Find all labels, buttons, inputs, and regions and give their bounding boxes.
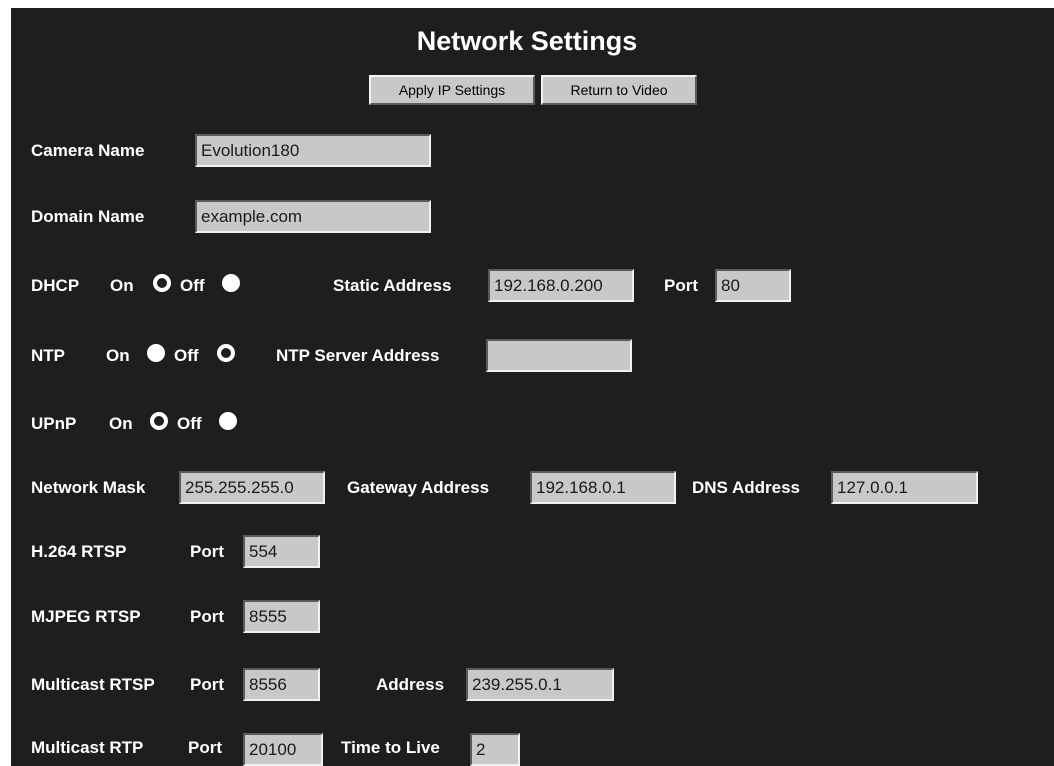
multicast-address-field[interactable] (466, 668, 614, 701)
network-mask-label: Network Mask (31, 478, 146, 497)
ntp-on-radio[interactable] (147, 344, 165, 362)
dhcp-off-label: Off (180, 276, 205, 295)
dhcp-off-radio[interactable] (222, 274, 240, 292)
multicast-rtp-port-label: Port (188, 738, 222, 757)
upnp-on-label: On (109, 414, 133, 433)
dhcp-on-radio[interactable] (153, 274, 171, 292)
multicast-address-label: Address (376, 675, 445, 694)
mjpeg-port-field[interactable] (243, 600, 320, 633)
h264-rtsp-label: H.264 RTSP (31, 542, 127, 561)
ntp-on-label: On (106, 346, 130, 365)
static-address-field[interactable] (488, 269, 634, 302)
ntp-server-label: NTP Server Address (276, 346, 440, 365)
static-address-label: Static Address (333, 276, 452, 295)
dhcp-label: DHCP (31, 276, 80, 295)
camera-name-field[interactable] (195, 134, 431, 167)
dhcp-port-label: Port (664, 276, 698, 295)
upnp-off-radio[interactable] (219, 412, 237, 430)
gateway-address-field[interactable] (530, 471, 676, 504)
h264-port-field[interactable] (243, 535, 320, 568)
upnp-on-radio[interactable] (150, 412, 168, 430)
ntp-label: NTP (31, 346, 65, 365)
network-mask-field[interactable] (179, 471, 325, 504)
upnp-off-label: Off (177, 414, 202, 433)
ntp-off-label: Off (174, 346, 199, 365)
page-title: Network Settings (416, 26, 638, 56)
multicast-rtp-label: Multicast RTP (31, 738, 144, 757)
multicast-rtp-port-field[interactable] (243, 733, 323, 766)
time-to-live-label: Time to Live (341, 738, 440, 757)
dns-address-field[interactable] (831, 471, 978, 504)
multicast-rtsp-port-field[interactable] (243, 668, 320, 701)
domain-name-label: Domain Name (31, 207, 145, 226)
time-to-live-field[interactable] (470, 733, 520, 766)
mjpeg-rtsp-label: MJPEG RTSP (31, 607, 141, 626)
return-to-video-button[interactable]: Return to Video (541, 75, 697, 105)
mjpeg-port-label: Port (190, 607, 224, 626)
gateway-address-label: Gateway Address (347, 478, 490, 497)
dhcp-port-field[interactable] (715, 269, 791, 302)
camera-name-label: Camera Name (31, 141, 145, 160)
dns-address-label: DNS Address (692, 478, 801, 497)
multicast-rtsp-label: Multicast RTSP (31, 675, 155, 694)
dhcp-on-label: On (110, 276, 134, 295)
apply-ip-settings-button[interactable]: Apply IP Settings (369, 75, 535, 105)
domain-name-field[interactable] (195, 200, 431, 233)
multicast-rtsp-port-label: Port (190, 675, 224, 694)
ntp-off-radio[interactable] (217, 344, 235, 362)
h264-port-label: Port (190, 542, 224, 561)
ntp-server-field[interactable] (486, 339, 632, 372)
settings-panel (11, 8, 1054, 766)
upnp-label: UPnP (31, 414, 77, 433)
